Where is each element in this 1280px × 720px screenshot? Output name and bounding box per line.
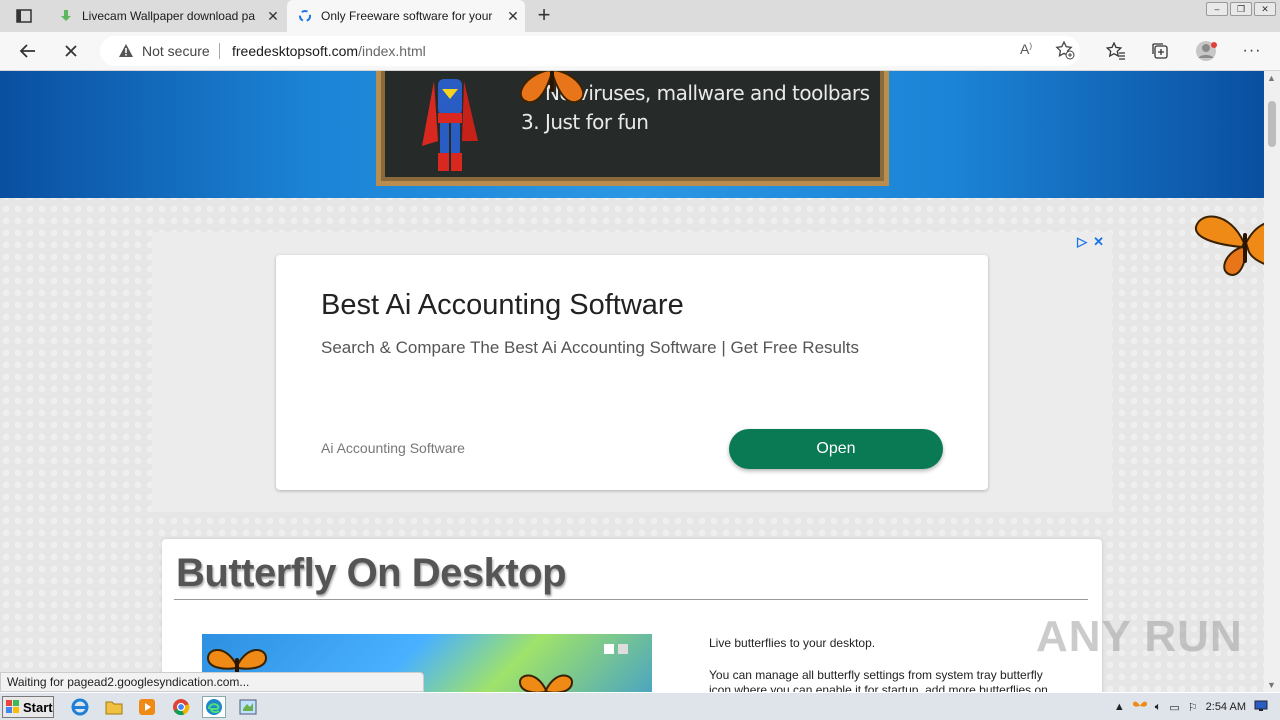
read-aloud-icon[interactable]: A): [1020, 41, 1032, 57]
address-bar[interactable]: Not secure freedesktopsoft.com/index.htm…: [100, 36, 1080, 66]
heading-divider: [174, 599, 1088, 600]
watermark: ANY RUN: [1036, 612, 1243, 661]
web-page: 2. No viruses, mallware and toolbars 3. …: [0, 71, 1264, 692]
tab-livecam[interactable]: Livecam Wallpaper download pa ✕: [48, 0, 285, 32]
edge-taskbar-icon[interactable]: [202, 696, 226, 718]
start-button[interactable]: Start: [2, 696, 54, 718]
collections-button[interactable]: [1146, 38, 1174, 64]
clock[interactable]: 2:54 AM: [1206, 701, 1246, 713]
download-icon: [58, 8, 74, 24]
ad-container: ▷ ✕ Best Ai Accounting Software Search &…: [152, 232, 1112, 512]
close-tab-icon[interactable]: ✕: [501, 8, 525, 25]
page-scrollbar[interactable]: ▲ ▼: [1264, 71, 1280, 692]
tab-strip: Livecam Wallpaper download pa ✕ Only Fre…: [0, 0, 1280, 32]
back-arrow-icon: [19, 44, 35, 58]
scroll-down-icon[interactable]: ▼: [1267, 680, 1276, 690]
favorites-button[interactable]: [1102, 38, 1130, 64]
butterfly-icon: [519, 71, 585, 104]
security-label[interactable]: Not secure: [142, 43, 210, 59]
status-bar: Waiting for pagead2.googlesyndication.co…: [0, 672, 424, 692]
tab-title: Only Freeware software for your: [321, 9, 493, 23]
windows-logo-icon: [6, 700, 19, 713]
settings-menu-button[interactable]: ···: [1238, 38, 1266, 64]
add-favorite-icon[interactable]: [1055, 40, 1075, 65]
system-tray: ▲ 🔈︎ ▭ ⚐ 2:54 AM: [1114, 693, 1280, 720]
butterfly-tray-icon[interactable]: [1132, 700, 1147, 715]
taskbar: Start ▲ 🔈︎ ▭ ⚐ 2:54 AM: [0, 692, 1280, 720]
slider-dot[interactable]: [604, 644, 614, 654]
site-banner: 2. No viruses, mallware and toolbars 3. …: [0, 71, 1264, 198]
url-path: /index.html: [358, 43, 426, 59]
minimize-icon[interactable]: –: [1206, 2, 1228, 16]
ad-subtitle: Search & Compare The Best Ai Accounting …: [321, 338, 859, 357]
close-ad-icon[interactable]: ✕: [1093, 234, 1104, 250]
back-button[interactable]: [14, 38, 42, 64]
stop-button[interactable]: [57, 38, 85, 64]
volume-icon[interactable]: 🔈︎: [1155, 701, 1162, 714]
scroll-thumb[interactable]: [1268, 101, 1276, 147]
close-tab-icon[interactable]: ✕: [261, 8, 285, 25]
profile-button[interactable]: [1192, 38, 1220, 64]
url-text[interactable]: freedesktopsoft.com/index.html: [232, 43, 426, 59]
restore-icon[interactable]: ❐: [1230, 2, 1252, 16]
screen: Livecam Wallpaper download pa ✕ Only Fre…: [0, 0, 1280, 720]
network-icon[interactable]: ▭: [1169, 701, 1179, 714]
description-line: Live butterflies to your desktop.: [709, 636, 876, 650]
scroll-up-icon[interactable]: ▲: [1267, 73, 1276, 83]
more-icon: ···: [1242, 42, 1262, 59]
url-host: freedesktopsoft.com: [232, 43, 359, 59]
description-line: You can manage all butterfly settings fr…: [709, 668, 1043, 682]
window-controls: – ❐ ✕: [1206, 2, 1276, 16]
tab-title: Livecam Wallpaper download pa: [82, 9, 255, 23]
tab-freeware[interactable]: Only Freeware software for your ✕: [287, 0, 525, 32]
collections-icon: [1152, 43, 1168, 59]
ad-footer-label: Ai Accounting Software: [321, 440, 465, 456]
favorites-icon: [1106, 42, 1125, 60]
flag-icon[interactable]: ⚐: [1188, 701, 1198, 714]
stop-icon: [65, 45, 77, 57]
description-line: icon where you can enable it for startup…: [709, 683, 1048, 692]
loading-spinner-icon: [297, 8, 313, 24]
start-label: Start: [23, 699, 53, 715]
butterfly-app-taskbar-icon[interactable]: [236, 696, 260, 718]
butterfly-icon: [1195, 215, 1264, 277]
slider-dot[interactable]: [618, 644, 628, 654]
folder-taskbar-icon[interactable]: [102, 696, 126, 718]
new-tab-button[interactable]: +: [530, 3, 558, 29]
warning-icon: [118, 43, 134, 63]
adchoices-icon[interactable]: ▷: [1077, 234, 1087, 250]
ie-taskbar-icon[interactable]: [68, 696, 92, 718]
chrome-taskbar-icon[interactable]: [169, 696, 193, 718]
browser-toolbar: Not secure freedesktopsoft.com/index.htm…: [0, 32, 1280, 71]
tab-actions-icon: [16, 9, 32, 23]
address-divider: [219, 43, 220, 59]
show-desktop-icon[interactable]: [1254, 700, 1268, 715]
ad-card[interactable]: Best Ai Accounting Software Search & Com…: [276, 255, 988, 490]
ad-open-button[interactable]: Open: [729, 429, 943, 469]
media-player-taskbar-icon[interactable]: [135, 696, 159, 718]
butterfly-icon: [518, 674, 574, 692]
close-window-icon[interactable]: ✕: [1254, 2, 1276, 16]
avatar-icon: [1196, 41, 1217, 61]
superhero-illustration: [422, 79, 478, 171]
ad-badges: ▷ ✕: [1077, 234, 1104, 250]
page-heading: Butterfly On Desktop: [176, 551, 567, 595]
content-card: Butterfly On Desktop Live butterflies to…: [162, 539, 1102, 692]
tray-expand-icon[interactable]: ▲: [1114, 701, 1125, 713]
ad-title[interactable]: Best Ai Accounting Software: [321, 289, 684, 322]
chalkboard-line-3: 3. Just for fun: [521, 110, 649, 134]
tab-actions-button[interactable]: [8, 6, 40, 26]
